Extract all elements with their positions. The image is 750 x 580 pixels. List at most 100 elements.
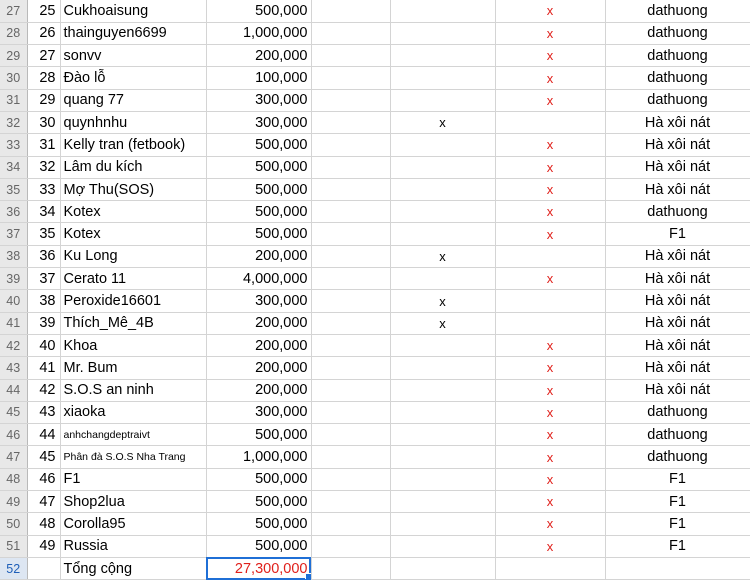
cell-amount[interactable]: 200,000 [206, 245, 312, 269]
cell-mark-red[interactable]: x [495, 379, 606, 402]
cell-mark-black[interactable] [390, 468, 496, 492]
row-header[interactable]: 34 [0, 156, 28, 179]
row-header[interactable]: 32 [0, 111, 28, 135]
cell-name[interactable]: Mr. Bum [60, 356, 207, 380]
cell-mark-red[interactable] [495, 289, 606, 313]
cell-mark-black[interactable] [390, 156, 496, 179]
row-header[interactable]: 33 [0, 133, 28, 157]
cell-group[interactable]: Hà xôi nát [605, 111, 750, 135]
total-label[interactable]: Tổng cộng [60, 557, 207, 580]
cell-group[interactable]: F1 [605, 512, 750, 536]
cell-mark-red[interactable]: x [495, 468, 606, 492]
cell-group[interactable]: Hà xôi nát [605, 356, 750, 380]
cell-empty[interactable] [311, 445, 391, 469]
cell-group[interactable]: F1 [605, 535, 750, 558]
cell-empty[interactable] [311, 379, 391, 402]
row-header[interactable]: 31 [0, 89, 28, 112]
cell-index[interactable]: 31 [27, 133, 61, 157]
row-header[interactable]: 43 [0, 356, 28, 380]
cell-mark-black[interactable] [390, 535, 496, 558]
cell-group[interactable]: Hà xôi nát [605, 267, 750, 291]
cell-mark-red[interactable]: x [495, 44, 606, 68]
cell-name[interactable]: Mợ Thu(SOS) [60, 178, 207, 202]
cell-empty[interactable] [311, 356, 391, 380]
row-header[interactable]: 49 [0, 490, 28, 514]
row-header[interactable]: 37 [0, 222, 28, 246]
cell-mark-red[interactable]: x [495, 401, 606, 425]
cell-group[interactable]: dathuong [605, 66, 750, 90]
row-header[interactable]: 35 [0, 178, 28, 202]
cell-index[interactable]: 26 [27, 22, 61, 46]
cell-amount[interactable]: 300,000 [206, 289, 312, 313]
cell-mark-red[interactable]: x [495, 356, 606, 380]
cell-empty[interactable] [311, 66, 391, 90]
row-header[interactable]: 39 [0, 267, 28, 291]
cell-empty[interactable] [311, 133, 391, 157]
row-header[interactable]: 42 [0, 334, 28, 358]
cell-group[interactable]: Hà xôi nát [605, 379, 750, 402]
cell-mark-black[interactable] [390, 178, 496, 202]
cell-mark-black[interactable] [390, 0, 496, 23]
cell-name[interactable]: quang 77 [60, 89, 207, 112]
cell-name[interactable]: Kotex [60, 200, 207, 224]
cell-index[interactable] [27, 557, 61, 580]
cell-empty[interactable] [311, 0, 391, 23]
cell-index[interactable]: 38 [27, 289, 61, 313]
cell-name[interactable]: S.O.S an ninh [60, 379, 207, 402]
row-header[interactable]: 45 [0, 401, 28, 425]
cell-group[interactable]: dathuong [605, 89, 750, 112]
cell-index[interactable]: 33 [27, 178, 61, 202]
cell-mark-red[interactable] [495, 312, 606, 335]
cell-amount[interactable]: 200,000 [206, 334, 312, 358]
cell-mark-red[interactable]: x [495, 490, 606, 514]
cell-index[interactable]: 43 [27, 401, 61, 425]
cell-group[interactable]: dathuong [605, 401, 750, 425]
row-header[interactable]: 48 [0, 468, 28, 492]
row-header[interactable]: 47 [0, 445, 28, 469]
cell-empty[interactable] [311, 245, 391, 269]
row-header[interactable]: 41 [0, 312, 28, 335]
cell-mark-black[interactable] [390, 445, 496, 469]
cell-index[interactable]: 30 [27, 111, 61, 135]
cell-name[interactable]: anhchangdeptraivt [60, 423, 207, 447]
cell-empty[interactable] [311, 557, 391, 580]
cell-name[interactable]: Shop2lua [60, 490, 207, 514]
cell-amount[interactable]: 500,000 [206, 423, 312, 447]
cell-index[interactable]: 42 [27, 379, 61, 402]
cell-amount[interactable]: 500,000 [206, 133, 312, 157]
cell-amount[interactable]: 300,000 [206, 89, 312, 112]
cell-mark-black[interactable]: x [390, 245, 496, 269]
cell-empty[interactable] [311, 401, 391, 425]
cell-name[interactable]: Ku Long [60, 245, 207, 269]
cell-mark-black[interactable] [390, 379, 496, 402]
cell-mark-black[interactable] [390, 401, 496, 425]
cell-index[interactable]: 47 [27, 490, 61, 514]
cell-index[interactable]: 37 [27, 267, 61, 291]
cell-index[interactable]: 25 [27, 0, 61, 23]
cell-mark-black[interactable] [390, 89, 496, 112]
row-header[interactable]: 29 [0, 44, 28, 68]
cell-index[interactable]: 39 [27, 312, 61, 335]
row-header[interactable]: 28 [0, 22, 28, 46]
cell-empty[interactable] [311, 490, 391, 514]
cell-name[interactable]: Cerato 11 [60, 267, 207, 291]
cell-amount[interactable]: 500,000 [206, 0, 312, 23]
cell-name[interactable]: Khoa [60, 334, 207, 358]
cell-group[interactable]: dathuong [605, 44, 750, 68]
cell-name[interactable]: thainguyen6699 [60, 22, 207, 46]
cell-amount[interactable]: 200,000 [206, 356, 312, 380]
row-header[interactable]: 50 [0, 512, 28, 536]
cell-index[interactable]: 44 [27, 423, 61, 447]
cell-mark-black[interactable] [390, 133, 496, 157]
cell-mark-black[interactable] [390, 423, 496, 447]
cell-mark-red[interactable]: x [495, 267, 606, 291]
cell-mark-red[interactable]: x [495, 156, 606, 179]
cell-empty[interactable] [311, 267, 391, 291]
cell-group[interactable]: dathuong [605, 423, 750, 447]
cell-index[interactable]: 46 [27, 468, 61, 492]
cell-empty[interactable] [311, 200, 391, 224]
cell-empty[interactable] [311, 512, 391, 536]
cell-group[interactable]: F1 [605, 222, 750, 246]
cell-amount[interactable]: 500,000 [206, 222, 312, 246]
cell-empty[interactable] [311, 22, 391, 46]
